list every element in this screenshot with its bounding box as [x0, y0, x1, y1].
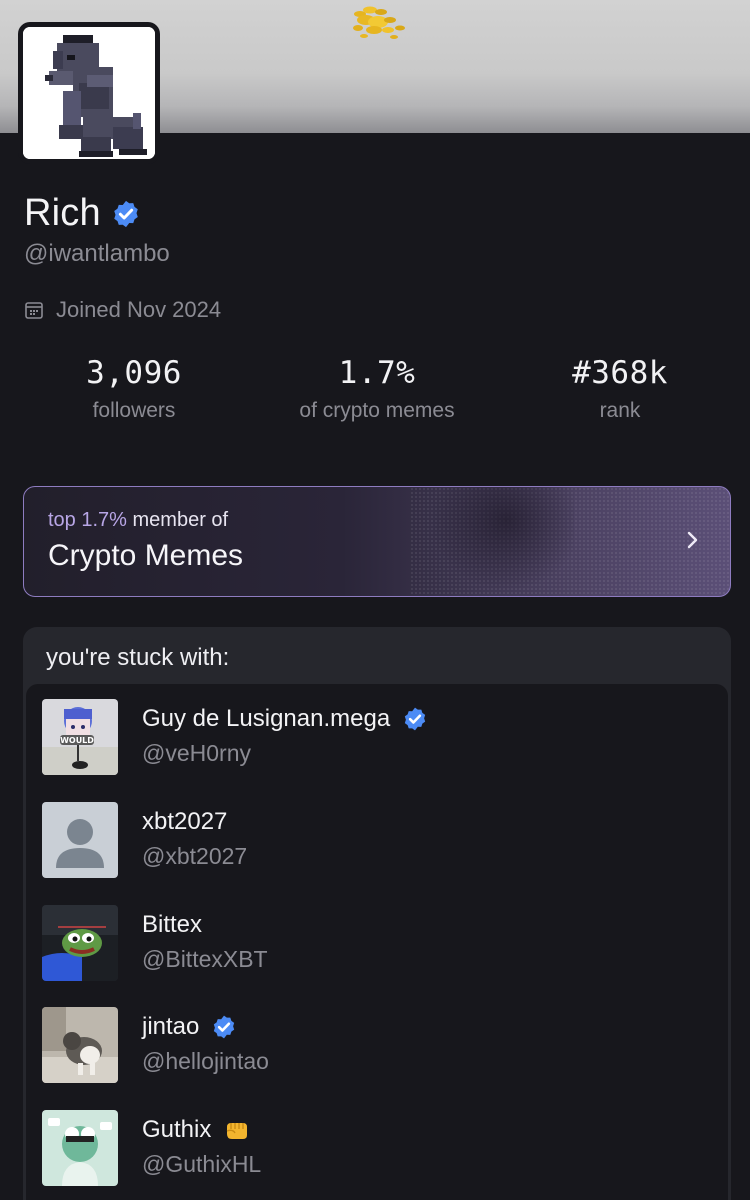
- user-name: jintao: [142, 1013, 200, 1040]
- stuck-with-list: WOULD Guy de Lusignan.mega @veH0rny xbt2…: [26, 684, 728, 1200]
- avatar: [42, 1110, 118, 1186]
- user-name: Guthix: [142, 1116, 212, 1143]
- community-rank-line: top 1.7% member of: [48, 509, 228, 532]
- community-card[interactable]: top 1.7% member of Crypto Memes: [23, 486, 731, 597]
- joined-label: Joined Nov 2024: [56, 297, 222, 322]
- calendar-icon: [25, 302, 43, 319]
- stat-rank: #368k rank: [520, 355, 720, 423]
- list-item[interactable]: Guthix @GuthixHL: [42, 1110, 722, 1190]
- user-name: xbt2027: [142, 808, 228, 835]
- pepe-frog-avatar-icon: [42, 905, 118, 981]
- profile-name-row: Rich: [24, 192, 141, 235]
- community-rank-percent: top 1.7%: [48, 509, 127, 531]
- stat-label: of crypto memes: [299, 399, 455, 422]
- avatar: [42, 905, 118, 981]
- user-name-row: Guy de Lusignan.mega: [142, 705, 428, 733]
- stuck-with-title: you're stuck with:: [46, 644, 230, 671]
- community-name: Crypto Memes: [48, 539, 244, 572]
- profile-avatar[interactable]: [18, 22, 160, 164]
- avatar: [42, 802, 118, 878]
- list-item[interactable]: jintao @hellojintao: [42, 1007, 722, 1087]
- avatar-caption: WOULD: [60, 736, 94, 745]
- stat-label: rank: [599, 399, 641, 422]
- user-name-row: Guthix: [142, 1116, 249, 1144]
- stuck-with-panel: you're stuck with: WOULD Guy de Lusignan…: [23, 627, 731, 1200]
- stat-value: #368k: [572, 355, 668, 391]
- stat-crypto-memes-share: 1.7% of crypto memes: [268, 355, 486, 423]
- user-handle: @xbt2027: [142, 843, 248, 869]
- joined-date: Joined Nov 2024: [24, 297, 221, 323]
- anime-girl-avatar-icon: WOULD: [42, 699, 118, 775]
- list-item[interactable]: xbt2027 @xbt2027: [42, 802, 722, 882]
- user-handle: @GuthixHL: [142, 1151, 262, 1177]
- list-item[interactable]: WOULD Guy de Lusignan.mega @veH0rny: [42, 699, 722, 779]
- user-handle: @hellojintao: [142, 1048, 269, 1074]
- stat-label: followers: [92, 399, 176, 422]
- gold-coins-image: [353, 6, 405, 39]
- profile-page: Rich @iwantlambo Joined Nov 2024 3,096 f…: [0, 0, 750, 1200]
- verified-icon: [114, 200, 138, 227]
- user-name-row: Bittex: [142, 911, 202, 939]
- verified-icon: [404, 707, 426, 731]
- avatar: WOULD: [42, 699, 118, 775]
- default-user-avatar-icon: [42, 802, 118, 878]
- community-rank-suffix: member of: [132, 509, 229, 531]
- stat-followers[interactable]: 3,096 followers: [34, 355, 234, 423]
- user-name: Bittex: [142, 911, 203, 938]
- chevron-right-icon: [687, 531, 698, 549]
- verified-icon: [214, 1015, 235, 1039]
- profile-name: Rich: [24, 192, 101, 234]
- card-shade: [424, 487, 574, 596]
- user-name: Guy de Lusignan.mega: [142, 705, 391, 732]
- user-handle: @BittexXBT: [142, 946, 268, 972]
- avatar: [42, 1007, 118, 1083]
- frog-character-avatar-icon: [42, 1110, 118, 1186]
- cat-photo-avatar-icon: [42, 1007, 118, 1083]
- profile-stats: 3,096 followers 1.7% of crypto memes #36…: [0, 355, 750, 435]
- user-handle: @veH0rny: [142, 740, 251, 766]
- stat-value: 3,096: [86, 355, 182, 391]
- profile-handle: @iwantlambo: [24, 240, 170, 267]
- flexed-fist-emoji-icon: [227, 1123, 248, 1139]
- user-name-row: jintao: [142, 1013, 237, 1041]
- list-item[interactable]: Bittex @BittexXBT: [42, 905, 722, 985]
- pixel-gorilla-icon: [23, 27, 155, 159]
- user-name-row: xbt2027: [142, 808, 227, 836]
- stat-value: 1.7%: [338, 355, 416, 391]
